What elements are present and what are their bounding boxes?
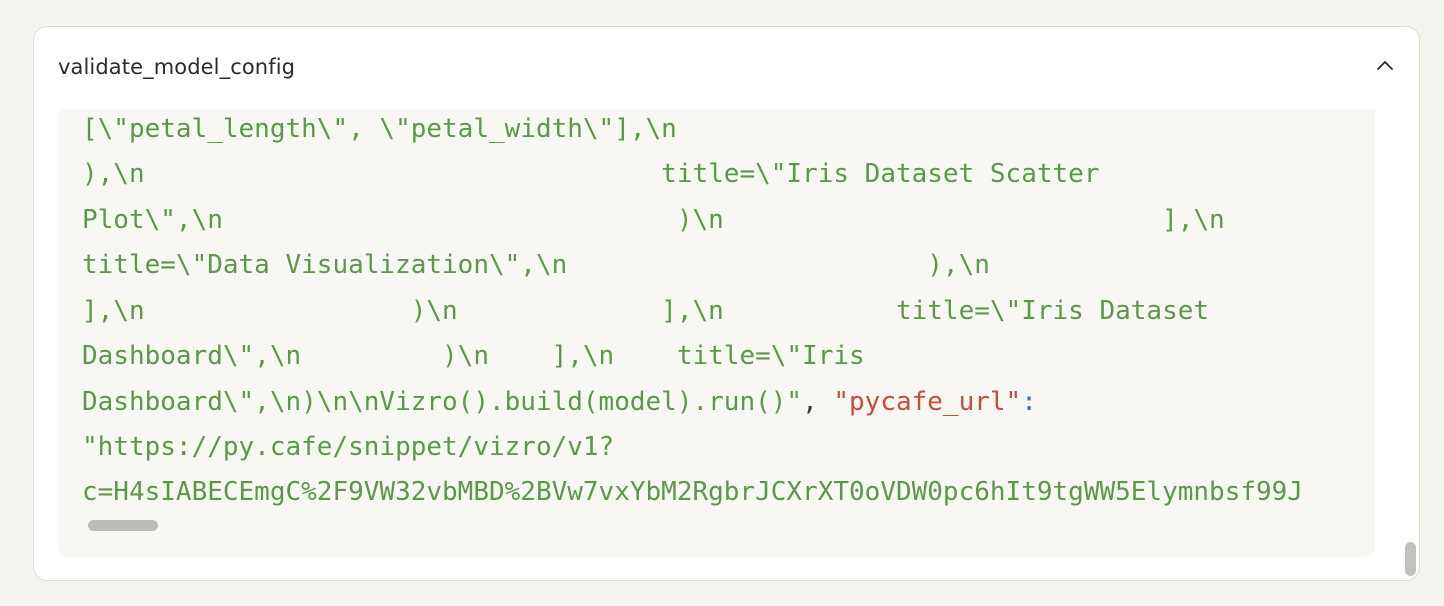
code-line: Dashboard\",\n )\n ],\n title=\"Iris: [82, 341, 865, 371]
vertical-scrollbar-thumb[interactable]: [1405, 542, 1416, 576]
horizontal-scrollbar-thumb[interactable]: [88, 520, 158, 531]
tool-call-panel: validate_model_config [\"petal_length\",…: [33, 26, 1420, 581]
panel-header[interactable]: validate_model_config: [34, 27, 1419, 109]
panel-title: validate_model_config: [58, 55, 296, 79]
code-block: [\"petal_length\", \"petal_width\"],\n )…: [58, 109, 1375, 557]
code-line: title=\"Data Visualization\",\n ),\n: [82, 250, 990, 280]
collapse-button[interactable]: [1372, 53, 1398, 79]
code-line: Plot\",\n )\n ],\n: [82, 205, 1225, 235]
code-line: ),\n title=\"Iris Dataset Scatter: [82, 159, 1100, 189]
chevron-up-icon: [1377, 61, 1393, 70]
code-content[interactable]: [\"petal_length\", \"petal_width\"],\n )…: [82, 109, 1352, 529]
string-token: Dashboard\",\n)\n\nVizro().build(model).…: [82, 387, 803, 417]
code-line: c=H4sIABECEmgC%2F9VW32vbMBD%2BVw7vxYbM2R…: [82, 477, 1303, 507]
code-line: Dashboard\",\n)\n\nVizro().build(model).…: [82, 386, 1037, 418]
code-line: [\"petal_length\", \"petal_width\"],\n: [82, 114, 677, 144]
colon-token: :: [1021, 387, 1037, 417]
code-line: ],\n )\n ],\n title=\"Iris Dataset: [82, 296, 1210, 326]
code-line: "https://py.cafe/snippet/vizro/v1?: [82, 432, 615, 462]
comma-token: ,: [802, 387, 834, 417]
json-key-token: "pycafe_url": [833, 387, 1022, 417]
